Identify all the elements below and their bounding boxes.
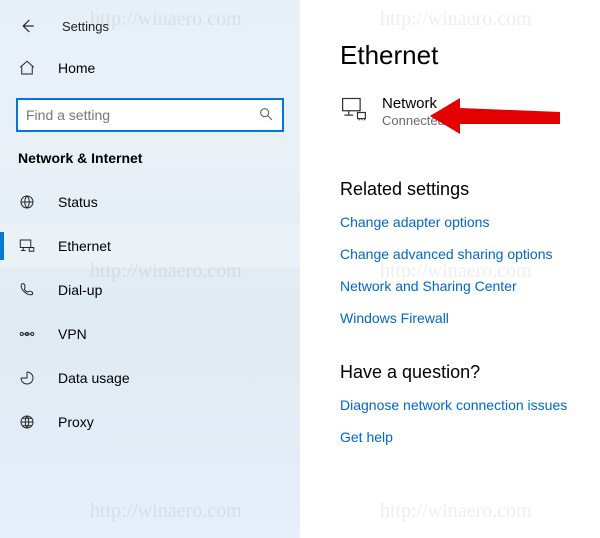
link-get-help[interactable]: Get help [340, 429, 576, 445]
link-diagnose[interactable]: Diagnose network connection issues [340, 397, 576, 413]
sidebar-item-label: Dial-up [58, 282, 102, 298]
sidebar-item-label: VPN [58, 326, 87, 342]
search-icon [258, 106, 274, 125]
proxy-icon [18, 413, 36, 431]
section-header: Network & Internet [0, 142, 300, 180]
ethernet-icon [18, 237, 36, 255]
vpn-icon [18, 325, 36, 343]
related-settings-title: Related settings [340, 179, 576, 200]
link-change-adapter[interactable]: Change adapter options [340, 214, 576, 230]
sidebar-item-proxy[interactable]: Proxy [0, 400, 300, 444]
network-text: Network Connected [382, 95, 445, 129]
link-network-sharing-center[interactable]: Network and Sharing Center [340, 278, 576, 294]
search-box[interactable] [16, 98, 284, 132]
sidebar-item-ethernet[interactable]: Ethernet [0, 224, 300, 268]
data-usage-icon [18, 369, 36, 387]
sidebar-item-label: Proxy [58, 414, 94, 430]
link-windows-firewall[interactable]: Windows Firewall [340, 310, 576, 326]
sidebar-item-label: Status [58, 194, 98, 210]
link-advanced-sharing[interactable]: Change advanced sharing options [340, 246, 576, 262]
search-wrap [0, 90, 300, 142]
sidebar-item-label: Data usage [58, 370, 130, 386]
sidebar-item-status[interactable]: Status [0, 180, 300, 224]
network-status: Connected [382, 113, 445, 129]
sidebar-item-datausage[interactable]: Data usage [0, 356, 300, 400]
back-icon[interactable] [18, 17, 36, 35]
sidebar-item-home[interactable]: Home [0, 46, 300, 90]
globe-icon [18, 193, 36, 211]
sidebar-item-label: Home [58, 60, 95, 76]
sidebar-item-label: Ethernet [58, 238, 111, 254]
sidebar-item-dialup[interactable]: Dial-up [0, 268, 300, 312]
network-monitor-icon [340, 95, 368, 126]
titlebar: Settings [0, 6, 300, 46]
network-entry[interactable]: Network Connected [340, 95, 576, 129]
search-input[interactable] [26, 107, 258, 123]
question-title: Have a question? [340, 362, 576, 383]
sidebar-item-vpn[interactable]: VPN [0, 312, 300, 356]
sidebar: Settings Home Network & Internet Status [0, 0, 300, 538]
home-icon [18, 59, 36, 77]
content-pane: Ethernet Network Connected Related setti… [300, 0, 600, 538]
phone-icon [18, 281, 36, 299]
settings-window: Settings Home Network & Internet Status [0, 0, 600, 538]
network-name: Network [382, 95, 445, 113]
page-title: Ethernet [340, 40, 576, 71]
app-title: Settings [62, 19, 109, 34]
